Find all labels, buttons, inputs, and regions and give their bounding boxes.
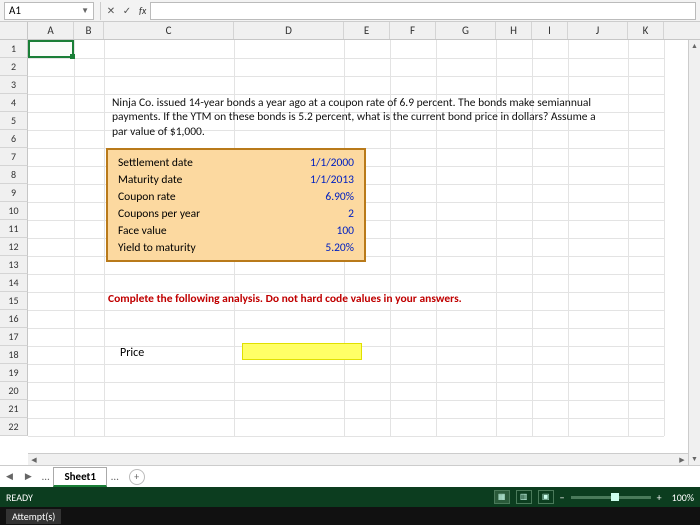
row-header[interactable]: 7: [0, 148, 28, 166]
scroll-down-icon[interactable]: ▼: [689, 453, 700, 465]
row-header[interactable]: 14: [0, 274, 28, 292]
input-label: Yield to maturity: [118, 241, 284, 255]
input-value[interactable]: 1/1/2013: [284, 173, 354, 187]
sheet-tab-row: ◀ ▶ … Sheet1 … +: [0, 465, 700, 487]
problem-text: Ninja Co. issued 14-year bonds a year ag…: [112, 96, 602, 139]
row-header[interactable]: 21: [0, 400, 28, 418]
row-header[interactable]: 1: [0, 40, 28, 58]
input-label: Coupon rate: [118, 190, 284, 204]
status-bar: READY ▦ ▥ ▣ − + 100%: [0, 487, 700, 507]
row-header[interactable]: 19: [0, 364, 28, 382]
zoom-in-button[interactable]: +: [657, 491, 662, 504]
attempts-label: Attempt(s): [6, 509, 61, 524]
row-header[interactable]: 20: [0, 382, 28, 400]
formula-bar-row: A1 ▼ ✕ ✓ fx: [0, 0, 700, 22]
scroll-right-icon[interactable]: ▶: [676, 454, 688, 465]
zoom-slider[interactable]: [571, 496, 651, 499]
col-header[interactable]: D: [234, 22, 344, 39]
input-label: Settlement date: [118, 156, 284, 170]
row-header[interactable]: 8: [0, 166, 28, 184]
view-page-layout-icon[interactable]: ▥: [516, 490, 532, 504]
divider: [100, 2, 101, 20]
row-header[interactable]: 2: [0, 58, 28, 76]
tab-more-icon[interactable]: …: [38, 470, 54, 483]
col-header[interactable]: A: [28, 22, 74, 39]
row-header[interactable]: 16: [0, 310, 28, 328]
input-value[interactable]: 2: [284, 207, 354, 221]
row-headers: 1 2 3 4 5 6 7 8 9 10 11 12 13 14 15 16 1: [0, 40, 28, 436]
add-sheet-button[interactable]: +: [129, 469, 145, 485]
view-page-break-icon[interactable]: ▣: [538, 490, 554, 504]
name-box[interactable]: A1 ▼: [4, 2, 94, 20]
input-label: Maturity date: [118, 173, 284, 187]
spreadsheet: A B C D E F G H I J K 1 2 3 4 5 6 7: [0, 22, 700, 465]
input-value[interactable]: 1/1/2000: [284, 156, 354, 170]
col-header[interactable]: E: [344, 22, 390, 39]
row-header[interactable]: 18: [0, 346, 28, 364]
zoom-level[interactable]: 100%: [668, 491, 694, 504]
inputs-box: Settlement date1/1/2000 Maturity date1/1…: [106, 148, 366, 262]
input-value[interactable]: 6.90%: [284, 190, 354, 204]
enter-icon[interactable]: ✓: [119, 3, 135, 19]
price-answer-cell[interactable]: [242, 343, 362, 360]
vertical-scrollbar[interactable]: ▲ ▼: [688, 40, 700, 465]
row-header[interactable]: 3: [0, 76, 28, 94]
row-header[interactable]: 12: [0, 238, 28, 256]
row-header[interactable]: 15: [0, 292, 28, 310]
row-header[interactable]: 5: [0, 112, 28, 130]
scroll-up-icon[interactable]: ▲: [689, 40, 700, 52]
instruction-text: Complete the following analysis. Do not …: [108, 292, 462, 306]
row-header[interactable]: 11: [0, 220, 28, 238]
col-header[interactable]: C: [104, 22, 234, 39]
view-normal-icon[interactable]: ▦: [494, 490, 510, 504]
col-header[interactable]: G: [436, 22, 496, 39]
price-label: Price: [120, 346, 144, 360]
horizontal-scrollbar[interactable]: ◀ ▶: [28, 453, 688, 465]
chevron-down-icon[interactable]: ▼: [81, 6, 89, 16]
fx-icon[interactable]: fx: [135, 4, 150, 17]
row-header[interactable]: 13: [0, 256, 28, 274]
row-header[interactable]: 17: [0, 328, 28, 346]
zoom-out-button[interactable]: −: [560, 491, 565, 504]
col-header[interactable]: K: [628, 22, 664, 39]
column-headers: A B C D E F G H I J K: [0, 22, 700, 40]
cancel-icon[interactable]: ✕: [103, 3, 119, 19]
input-label: Coupons per year: [118, 207, 284, 221]
tab-more-icon[interactable]: …: [107, 470, 123, 483]
row-header[interactable]: 4: [0, 94, 28, 112]
input-label: Face value: [118, 224, 284, 238]
row-header[interactable]: 22: [0, 418, 28, 436]
sheet-tab-active[interactable]: Sheet1: [53, 467, 107, 487]
cell-grid[interactable]: Ninja Co. issued 14-year bonds a year ag…: [28, 40, 664, 436]
row-header[interactable]: 6: [0, 130, 28, 148]
col-header[interactable]: I: [532, 22, 568, 39]
name-box-value: A1: [9, 4, 21, 17]
select-all-corner[interactable]: [0, 22, 28, 39]
col-header[interactable]: B: [74, 22, 104, 39]
tab-nav-prev-icon[interactable]: ◀: [0, 471, 19, 482]
input-value[interactable]: 100: [284, 224, 354, 238]
col-header[interactable]: H: [496, 22, 532, 39]
input-value[interactable]: 5.20%: [284, 241, 354, 255]
row-header[interactable]: 10: [0, 202, 28, 220]
col-header[interactable]: F: [390, 22, 436, 39]
active-cell-selection[interactable]: [28, 40, 74, 58]
scroll-left-icon[interactable]: ◀: [28, 454, 40, 465]
row-header[interactable]: 9: [0, 184, 28, 202]
status-mode: READY: [6, 491, 33, 504]
attempts-bar: Attempt(s): [0, 507, 700, 525]
tab-nav-next-icon[interactable]: ▶: [19, 471, 38, 482]
formula-input[interactable]: [150, 2, 696, 20]
col-header[interactable]: J: [568, 22, 628, 39]
